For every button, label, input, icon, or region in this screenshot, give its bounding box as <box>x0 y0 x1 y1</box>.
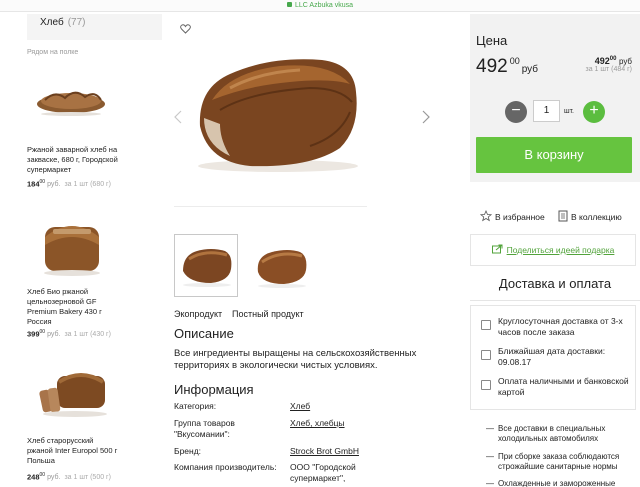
share-label: Поделиться идеей подарка <box>506 245 615 255</box>
favorites-label: В избранное <box>495 212 545 222</box>
decrease-quantity-button[interactable]: − <box>505 101 527 123</box>
delivery-bullet: — При сборке заказа соблюдаются строжайши… <box>486 452 620 471</box>
product-name[interactable]: Ржаной заварной хлеб на закваске, 680 г,… <box>27 145 119 175</box>
sidebar-category-header[interactable]: Хлеб (77) <box>27 14 162 40</box>
collection-icon <box>558 210 568 222</box>
category-name: Хлеб <box>40 17 64 28</box>
delivery-bullet: — Все доставки в специальных холодильных … <box>486 424 606 443</box>
unit-desc: за 1 шт (484 г) <box>585 66 633 73</box>
quantity-unit: шт. <box>564 108 574 115</box>
chevron-left-icon[interactable] <box>174 110 182 124</box>
delivery-heading: Доставка и оплата <box>498 276 612 291</box>
info-label: Группа товаров "Вкусомании": <box>174 418 235 439</box>
info-label: Бренд: <box>174 446 202 456</box>
add-to-favorites-button[interactable]: В избранное <box>479 209 545 222</box>
clock-icon <box>481 320 491 330</box>
product-price: 24800 руб. за 1 шт (500 г) <box>27 472 111 482</box>
info-value-group[interactable]: Хлеб, хлебцы <box>290 418 345 429</box>
category-count: (77) <box>67 17 86 28</box>
product-image <box>44 226 100 276</box>
product-main-image <box>198 59 358 172</box>
delivery-item: Ближайшая дата доставки: 09.08.17 <box>498 346 606 367</box>
collection-label: В коллекцию <box>571 212 622 222</box>
unit-price: 49200 руб <box>594 56 632 66</box>
heart-icon[interactable] <box>180 24 191 34</box>
divider <box>174 206 367 207</box>
thumbnail[interactable] <box>250 234 314 297</box>
info-value-category[interactable]: Хлеб <box>290 401 310 412</box>
chevron-right-icon[interactable] <box>422 110 430 124</box>
price-label: Цена <box>476 33 508 48</box>
nearby-product-card[interactable]: Хлеб старорусский ржаной Inter Europol 5… <box>27 368 147 483</box>
thumbnail-image <box>183 249 232 287</box>
product-image <box>37 91 105 116</box>
product-name[interactable]: Хлеб Био ржаной цельнозерновой GF Premiu… <box>27 287 119 327</box>
calendar-icon <box>481 350 491 360</box>
info-value-brand[interactable]: Strock Brot GmbH <box>290 446 359 457</box>
browser-url-bar: LLC Azbuka vkusa <box>0 0 640 12</box>
nearby-product-card[interactable]: Ржаной заварной хлеб на закваске, 680 г,… <box>27 82 147 192</box>
description-heading: Описание <box>174 326 234 341</box>
product-image <box>39 373 107 417</box>
share-gift-idea-button[interactable]: Поделиться идеей подарка <box>470 234 636 266</box>
description-text: Все ингредиенты выращены на сельскохозяй… <box>174 348 417 371</box>
star-icon <box>479 209 493 222</box>
divider <box>470 300 640 301</box>
thumbnail-image <box>257 250 307 288</box>
price: 492 00руб <box>476 56 539 77</box>
delivery-bullet: — Охлажденные и замороженные <box>486 479 616 487</box>
payment-icon <box>481 380 491 390</box>
increase-quantity-button[interactable]: + <box>583 101 605 123</box>
delivery-item: Оплата наличными и банковской картой <box>498 376 629 397</box>
product-price: 18400 руб. за 1 шт (680 г) <box>27 179 111 189</box>
info-value-manufacturer: ООО "Городской супермаркет", <box>290 462 356 483</box>
url-label: LLC Azbuka vkusa <box>295 2 353 9</box>
tag-lenten[interactable]: Постный продукт <box>232 309 304 319</box>
product-name[interactable]: Хлеб старорусский ржаной Inter Europol 5… <box>27 436 119 466</box>
info-label: Категория: <box>174 401 217 411</box>
share-icon <box>491 244 503 254</box>
nearby-label: Рядом на полке <box>27 49 79 56</box>
info-label: Компания производитель: <box>174 462 277 472</box>
add-to-collection-button[interactable]: В коллекцию <box>558 210 622 222</box>
quantity-input[interactable]: 1 <box>533 100 560 122</box>
lock-icon <box>287 2 292 7</box>
tag-eco[interactable]: Экопродукт <box>174 309 222 319</box>
nearby-product-card[interactable]: Хлеб Био ржаной цельнозерновой GF Premiu… <box>27 215 147 340</box>
product-price: 39900 руб. за 1 шт (430 г) <box>27 329 111 339</box>
thumbnail-selected[interactable] <box>174 234 238 297</box>
add-to-cart-button[interactable]: В корзину <box>476 137 632 173</box>
delivery-item: Круглосуточная доставка от 3-х часов пос… <box>498 316 623 337</box>
info-heading: Информация <box>174 382 254 397</box>
